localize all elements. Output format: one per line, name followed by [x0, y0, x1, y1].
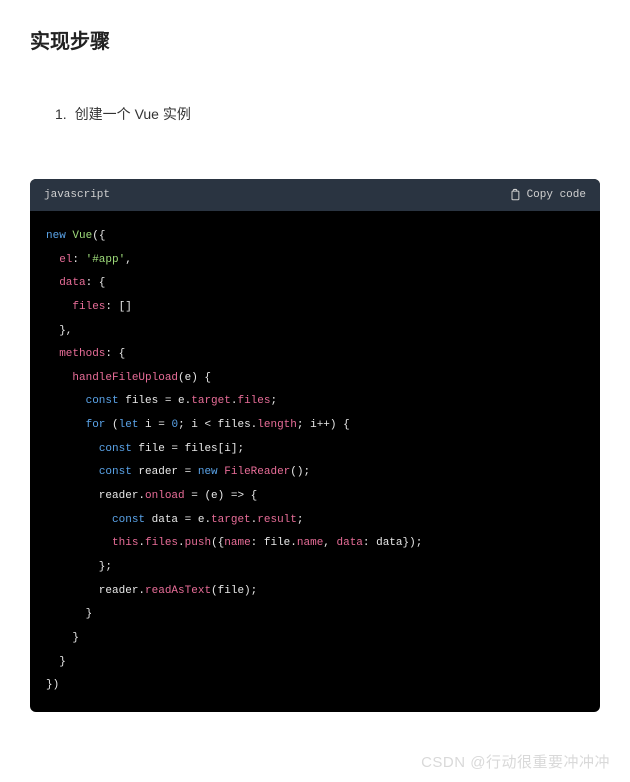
- section-heading: 实现步骤: [30, 25, 600, 54]
- copy-code-button[interactable]: Copy code: [509, 188, 586, 202]
- list-text: 创建一个 Vue 实例: [75, 106, 191, 122]
- code-language-label: javascript: [44, 189, 110, 201]
- clipboard-icon: [509, 188, 521, 202]
- code-header: javascript Copy code: [30, 179, 600, 211]
- list-number: 1.: [55, 106, 67, 122]
- watermark: CSDN @行动很重要冲冲冲: [421, 751, 610, 772]
- code-body[interactable]: new Vue({ el: '#app', data: { files: [] …: [30, 211, 600, 712]
- code-block: javascript Copy code new Vue({ el: '#app…: [30, 179, 600, 712]
- list-item: 1. 创建一个 Vue 实例: [55, 104, 600, 124]
- copy-code-label: Copy code: [527, 189, 586, 201]
